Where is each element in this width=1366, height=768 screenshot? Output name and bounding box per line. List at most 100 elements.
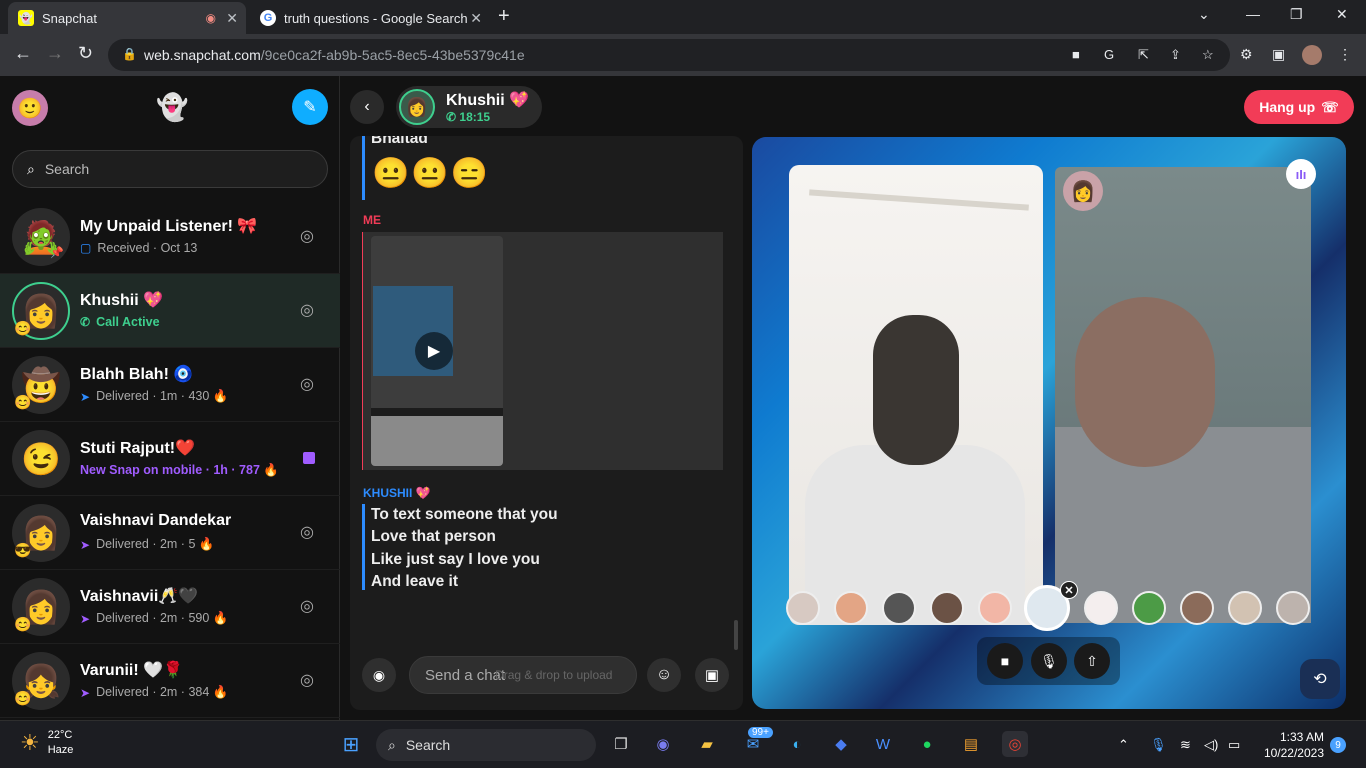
- camera-icon[interactable]: ◎: [300, 670, 314, 690]
- lens-item[interactable]: [1132, 591, 1166, 625]
- chat-item-varunii[interactable]: 👧 😊 Varunii! 🤍🌹 ➤ Delivered · 2m · 384 🔥…: [0, 644, 340, 718]
- peer-name: Khushii 💖: [446, 92, 530, 109]
- minimize-icon[interactable]: —: [1246, 6, 1260, 22]
- chat-item-unpaid-listener[interactable]: 🧟 📌 My Unpaid Listener! 🎀 ▢ Received · O…: [0, 200, 340, 274]
- tab-search-icon[interactable]: ⌄: [1198, 6, 1210, 23]
- lens-item[interactable]: [1084, 591, 1118, 625]
- side-panel-icon[interactable]: ▣: [1272, 46, 1285, 63]
- bookmark-star-icon[interactable]: ☆: [1202, 47, 1214, 63]
- open-in-app-icon[interactable]: ⇱: [1138, 47, 1149, 63]
- profile-avatar[interactable]: [1302, 45, 1322, 65]
- close-icon[interactable]: ✕: [226, 10, 238, 27]
- close-window-icon[interactable]: ✕: [1336, 6, 1348, 23]
- emoji-message: 😐😐😑: [372, 157, 491, 190]
- share-screen-button[interactable]: ⇧: [1074, 643, 1110, 679]
- laptop-keyboard: [371, 416, 503, 466]
- new-snap-indicator[interactable]: [303, 452, 315, 464]
- tab-google-search[interactable]: G truth questions - Google Search ✕: [250, 2, 490, 34]
- share-icon[interactable]: ⇪: [1170, 47, 1181, 63]
- lens-item[interactable]: [786, 591, 820, 625]
- back-button[interactable]: ‹: [350, 90, 384, 124]
- chat-item-stuti-rajput[interactable]: 😉 Stuti Rajput!❤️ New Snap on mobile · 1…: [0, 422, 340, 496]
- chat-name: Vaishnavi Dandekar: [80, 512, 232, 529]
- camera-icon[interactable]: ◎: [300, 522, 314, 542]
- friend-emoji: 😊: [14, 394, 32, 410]
- chat-name: Vaishnavii🥂🖤: [80, 588, 199, 605]
- tab-snapchat[interactable]: 👻 Snapchat ◉ ✕: [8, 2, 246, 34]
- lens-item[interactable]: [1180, 591, 1214, 625]
- menu-kebab-icon[interactable]: ⋮: [1338, 46, 1352, 63]
- chat-item-blahh-blah[interactable]: 🤠 😊 Blahh Blah! 🧿 ➤ Delivered · 1m · 430…: [0, 348, 340, 422]
- camera-icon[interactable]: ◎: [300, 374, 314, 394]
- lens-item[interactable]: [930, 591, 964, 625]
- copilot-icon[interactable]: ◆: [828, 731, 854, 757]
- camera-icon[interactable]: ◎: [300, 596, 314, 616]
- windows-taskbar: ☀ 22°C Haze ⊞ ⌕ Search ❐ ◉ ▰ ✉ 99+ ◐ ◆ W…: [0, 720, 1366, 768]
- new-chat-button[interactable]: ✎: [292, 89, 328, 125]
- hang-up-button[interactable]: Hang up ☏: [1244, 90, 1354, 124]
- chat-input-placeholder: Send a chat: [425, 666, 506, 684]
- file-explorer-icon[interactable]: ▰: [694, 731, 720, 757]
- spotify-icon[interactable]: ●: [914, 731, 940, 757]
- taskbar-search[interactable]: ⌕ Search: [376, 729, 596, 761]
- microphone-icon[interactable]: 🎙: [1150, 737, 1167, 753]
- bluestacks-icon[interactable]: ▤: [958, 731, 984, 757]
- remove-lens-icon[interactable]: ✕: [1060, 581, 1078, 599]
- status-text: Delivered · 1m · 430 🔥: [96, 389, 229, 403]
- lens-item[interactable]: [1228, 591, 1262, 625]
- chat-item-khushii[interactable]: 👩 😊 Khushii 💖 ✆ Call Active ◎: [0, 274, 340, 348]
- video-toggle-button[interactable]: ■: [987, 643, 1023, 679]
- lens-item[interactable]: [978, 591, 1012, 625]
- camera-in-use-icon[interactable]: ■: [1072, 47, 1080, 62]
- google-lens-icon[interactable]: G: [1104, 47, 1114, 62]
- weather-widget[interactable]: ☀ 22°C Haze: [20, 728, 73, 758]
- chevron-up-icon[interactable]: ⌃: [1118, 737, 1129, 753]
- status-text: New Snap on mobile · 1h · 787 🔥: [80, 463, 279, 477]
- chat-input[interactable]: Send a chat Drag & drop to upload: [409, 656, 637, 694]
- chat-status: ➤ Delivered · 2m · 384 🔥: [80, 685, 228, 700]
- video-snap-message[interactable]: ▶: [363, 232, 723, 470]
- scrollbar[interactable]: [734, 620, 738, 650]
- play-icon[interactable]: ▶: [415, 332, 453, 370]
- video-thumbnail[interactable]: ▶: [371, 236, 503, 466]
- camera-icon[interactable]: ◎: [300, 300, 314, 320]
- chat-item-vaishnavii[interactable]: 👩 😊 Vaishnavii🥂🖤 ➤ Delivered · 2m · 590 …: [0, 570, 340, 644]
- task-view-icon[interactable]: ❐: [608, 731, 634, 757]
- forward-arrow-icon[interactable]: →: [46, 43, 64, 64]
- lens-item[interactable]: [882, 591, 916, 625]
- video-camera-icon: ■: [1000, 653, 1010, 669]
- mic-toggle-button[interactable]: 🎙: [1031, 643, 1067, 679]
- lens-item[interactable]: [1276, 591, 1310, 625]
- lock-icon: 🔒: [122, 47, 137, 61]
- new-tab-button[interactable]: +: [498, 5, 510, 28]
- chat-app-icon[interactable]: ◉: [650, 731, 676, 757]
- my-bitmoji-avatar[interactable]: 🙂: [12, 90, 48, 126]
- swap-camera-button[interactable]: ⟲: [1300, 659, 1340, 699]
- emoji-button[interactable]: ☺: [647, 658, 681, 692]
- teams-icon[interactable]: W: [870, 731, 896, 757]
- peer-header[interactable]: 👩 Khushii 💖 ✆ 18:15: [396, 86, 542, 128]
- lens-item[interactable]: [834, 591, 868, 625]
- chat-item-vaishnavi-dandekar[interactable]: 👩 😎 Vaishnavi Dandekar ➤ Delivered · 2m …: [0, 496, 340, 570]
- windows-start-icon[interactable]: ⊞: [338, 731, 364, 757]
- maximize-icon[interactable]: ❐: [1290, 6, 1303, 23]
- search-input[interactable]: ⌕ Search: [12, 150, 328, 188]
- clock[interactable]: 1:33 AM 10/22/2023: [1254, 729, 1324, 761]
- snapchat-ghost-icon[interactable]: 👻: [156, 92, 188, 123]
- volume-icon[interactable]: ◁): [1204, 737, 1218, 753]
- address-bar[interactable]: 🔒 web.snapchat.com/9ce0ca2f-ab9b-5ac5-8e…: [108, 39, 1230, 71]
- chrome-icon[interactable]: ◎: [1002, 731, 1028, 757]
- extensions-icon[interactable]: ⚙: [1240, 46, 1253, 63]
- reload-icon[interactable]: ↻: [78, 43, 93, 64]
- wifi-icon[interactable]: ≋: [1180, 737, 1191, 753]
- status-text: Delivered · 2m · 384 🔥: [96, 685, 229, 699]
- edge-icon[interactable]: ◐: [784, 731, 810, 757]
- camera-icon[interactable]: ◎: [300, 226, 314, 246]
- sticker-button[interactable]: ▣: [695, 658, 729, 692]
- battery-icon[interactable]: ▭: [1228, 737, 1240, 753]
- camera-button[interactable]: ◉: [362, 658, 396, 692]
- arrow-sent-icon: ➤: [80, 389, 91, 404]
- close-icon[interactable]: ✕: [470, 10, 482, 27]
- back-arrow-icon[interactable]: ←: [14, 43, 32, 64]
- notification-count[interactable]: 9: [1330, 737, 1346, 753]
